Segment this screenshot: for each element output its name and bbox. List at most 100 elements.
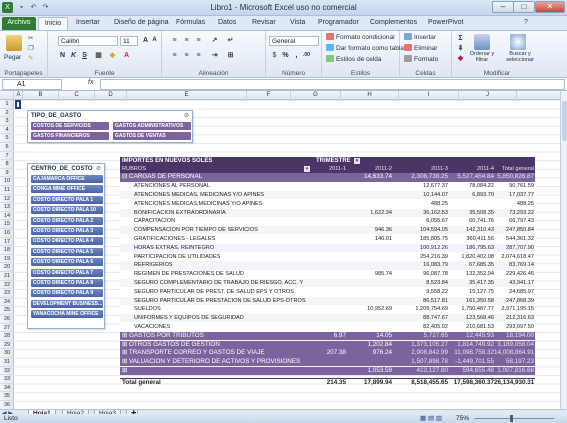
row-header[interactable]: 7 xyxy=(0,152,14,161)
zoom-slider[interactable] xyxy=(474,418,554,419)
slicer-item[interactable]: GASTOS DE VENTAS xyxy=(113,132,191,140)
slicer-item[interactable]: DEVELOPMENT BUSINESS... xyxy=(31,299,103,308)
view-buttons-icon[interactable]: ▦ ▤ ▥ xyxy=(420,414,442,423)
maximize-button[interactable]: □ xyxy=(513,1,535,13)
paste-button[interactable]: Pegar xyxy=(4,53,21,62)
name-box[interactable]: A1 xyxy=(2,79,62,90)
row-header[interactable]: 3 xyxy=(0,117,14,126)
row-header[interactable]: 12 xyxy=(0,195,14,204)
column-header[interactable]: D xyxy=(95,91,127,100)
row-header[interactable]: 31 xyxy=(0,358,14,367)
active-cell[interactable] xyxy=(15,100,21,109)
slicer-item[interactable]: COSTOS DE SERVICIOS xyxy=(31,122,109,130)
row-header[interactable]: 14 xyxy=(0,212,14,221)
column-header[interactable]: A xyxy=(15,91,23,100)
insert-cells-button[interactable]: Insertar xyxy=(404,33,436,42)
pivot-item-row[interactable]: SUELDOS 10,952.69 1,209,754.69 1,750,487.77… xyxy=(120,305,535,314)
zoom-slider-thumb[interactable] xyxy=(510,415,513,422)
slicer-item[interactable]: GASTOS FINANCIEROS xyxy=(31,132,109,140)
align-middle-icon[interactable]: ≡ xyxy=(182,36,191,45)
copy-icon[interactable]: ❐ xyxy=(28,44,34,53)
row-header[interactable]: 24 xyxy=(0,298,14,307)
tab-formulas[interactable]: Fórmulas xyxy=(172,17,209,30)
format-cells-button[interactable]: Formato xyxy=(404,55,438,64)
slicer-item[interactable]: YANACOCHA MINE OFFICE xyxy=(31,310,103,319)
row-header[interactable]: 33 xyxy=(0,375,14,384)
pivot-item-row[interactable]: REGIMEN DE PRESTACIONES DE SALUD 985.74 96… xyxy=(120,270,535,279)
cut-icon[interactable]: ✂ xyxy=(28,34,33,43)
pivot-category-row[interactable]: ⊟ CARGAS DE PERSONAL 14,633.74 2,308,738.2… xyxy=(120,173,535,182)
row-header[interactable]: 19 xyxy=(0,255,14,264)
column-header[interactable]: F xyxy=(247,91,291,100)
pivot-item-row[interactable]: ATENCIONES AL PERSONAL 12,677.37 78,084.22… xyxy=(120,182,535,191)
slicer-tipo-de-gasto[interactable]: TIPO_DE_GASTO ⊘ COSTOS DE SERVICIOS GASTO… xyxy=(27,110,193,143)
comma-icon[interactable]: , xyxy=(292,51,301,60)
tab-programador[interactable]: Programador xyxy=(314,17,363,30)
row-header[interactable]: 17 xyxy=(0,238,14,247)
cell-styles-button[interactable]: Estilos de celda xyxy=(326,55,382,64)
select-all-corner[interactable] xyxy=(0,91,14,100)
borders-icon[interactable]: ▦ xyxy=(94,51,103,60)
pivot-category-row[interactable]: ⊞ GASTOS POR TRIBUTOS 6.97 14.05 5,727.65 12… xyxy=(120,331,535,340)
scroll-thumb[interactable] xyxy=(562,101,567,141)
decimal-icon[interactable]: .00 xyxy=(302,51,311,60)
pivot-item-row[interactable]: GRATIFICACIONES - LEGALES 146.01 185,805.7… xyxy=(120,235,535,244)
row-header[interactable]: 13 xyxy=(0,203,14,212)
close-button[interactable]: ✕ xyxy=(535,1,565,13)
pivot-item-row[interactable]: SEGURO PARTICULAR DE PREST. DE SALUD EPS… xyxy=(120,287,535,296)
slicer-item[interactable]: CONGA MINE OFFICE xyxy=(31,185,103,194)
row-header[interactable]: 32 xyxy=(0,367,14,376)
pivot-category-row[interactable]: ⊞ TRANSPORTE CORREO Y GASTOS DE VIAJE 207… xyxy=(120,349,535,358)
row-header[interactable]: 11 xyxy=(0,186,14,195)
paste-icon[interactable] xyxy=(6,35,22,51)
slicer-item[interactable]: COSTO DIRECTO PALA 7 xyxy=(31,268,103,277)
sort-filter-button[interactable]: Ordenar y filtrar xyxy=(468,51,496,63)
slicer-item[interactable]: COSTO DIRECTO PALA 9 xyxy=(31,289,103,298)
row-header[interactable]: 9 xyxy=(0,169,14,178)
column-header[interactable]: H xyxy=(341,91,399,100)
pivot-item-row[interactable]: UNIFORMES Y EQUIPOS DE SEGURIDAD 88,747.6… xyxy=(120,314,535,323)
align-center-icon[interactable]: ≡ xyxy=(182,51,191,60)
row-header[interactable]: 10 xyxy=(0,177,14,186)
clear-icon[interactable]: ◆ xyxy=(456,54,465,63)
column-header[interactable]: G xyxy=(291,91,341,100)
tab-insertar[interactable]: Insertar xyxy=(72,17,104,30)
format-table-button[interactable]: Dar formato como tabla xyxy=(326,44,404,53)
underline-icon[interactable]: S xyxy=(80,51,89,60)
row-header[interactable]: 6 xyxy=(0,143,14,152)
slicer-item[interactable]: COSTO DIRECTO PALA 1 xyxy=(31,195,103,204)
merge-icon[interactable]: ⊞ xyxy=(226,51,235,60)
grow-font-icon[interactable]: A xyxy=(141,36,150,45)
format-painter-icon[interactable]: ✎ xyxy=(28,54,33,63)
slicer-item[interactable]: COSTO DIRECTO PALA 6 xyxy=(31,258,103,267)
row-header[interactable]: 26 xyxy=(0,315,14,324)
clear-filter-icon[interactable]: ⊘ xyxy=(96,165,101,172)
row-header[interactable]: 34 xyxy=(0,384,14,393)
font-name-combo[interactable]: Calibri xyxy=(58,36,118,46)
pivot-item-row[interactable]: SEGURO PARTICULAR DE PRESTACION DE SALUD… xyxy=(120,296,535,305)
bold-icon[interactable]: N xyxy=(58,51,67,60)
pivot-table[interactable]: IMPORTES EN NUEVOS SOLES TRIMESTRE ▾ RUB… xyxy=(120,157,535,399)
row-header[interactable]: 16 xyxy=(0,229,14,238)
row-header[interactable]: 18 xyxy=(0,246,14,255)
font-size-combo[interactable]: 11 xyxy=(120,36,138,46)
tab-archivo[interactable]: Archivo xyxy=(2,17,36,30)
percent-icon[interactable]: % xyxy=(281,51,290,60)
tab-inicio[interactable]: Inicio xyxy=(38,17,68,30)
delete-cells-button[interactable]: Eliminar xyxy=(404,44,437,53)
slicer-item[interactable]: COSTO DIRECTO PALA 10 xyxy=(31,206,103,215)
row-header[interactable]: 15 xyxy=(0,220,14,229)
row-header[interactable]: 20 xyxy=(0,263,14,272)
row-header[interactable]: 5 xyxy=(0,134,14,143)
column-header[interactable]: J xyxy=(459,91,517,100)
worksheet-grid[interactable]: ABCDEFGHIJ 1 2 3 4 5 6 7 8 9 10 11 12 13 14 15 16 17 18 19… xyxy=(0,91,560,409)
shrink-font-icon[interactable]: A xyxy=(150,36,159,45)
pivot-category-row[interactable]: ⊞ OTROS GASTOS DE GESTION 1,202.84 1,373,1… xyxy=(120,340,535,349)
row-header[interactable]: 35 xyxy=(0,392,14,401)
column-header[interactable]: E xyxy=(127,91,247,100)
column-header[interactable]: C xyxy=(59,91,95,100)
row-header[interactable]: 29 xyxy=(0,341,14,350)
pivot-item-row[interactable]: ATENCIONES MEDICAS, MEDICINAS Y/O APINES… xyxy=(120,191,535,200)
slicer-item[interactable]: COSTO DIRECTO PALA 4 xyxy=(31,237,103,246)
indent-icon[interactable]: ⇥ xyxy=(210,51,219,60)
